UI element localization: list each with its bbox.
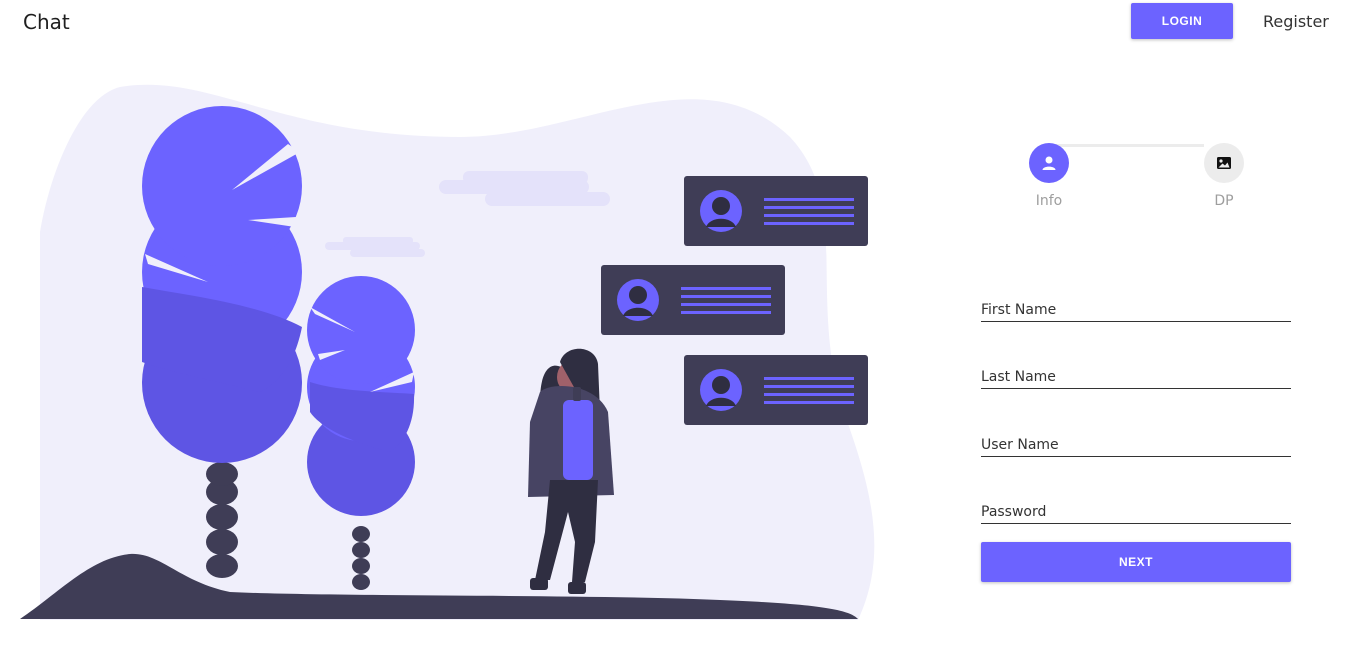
last-name-field[interactable] — [981, 359, 1291, 389]
user-name-field[interactable] — [981, 427, 1291, 457]
chat-bubble-3 — [684, 355, 868, 425]
step-info[interactable]: Info — [1029, 143, 1069, 209]
login-button[interactable]: LOGIN — [1131, 3, 1233, 39]
stepper-connector — [1048, 144, 1204, 147]
step-dp-label: DP — [1214, 193, 1234, 209]
registration-stepper: Info DP — [1000, 140, 1270, 220]
password-input[interactable] — [981, 494, 1291, 523]
first-name-input[interactable] — [981, 292, 1291, 321]
person-icon — [1029, 143, 1069, 183]
last-name-input[interactable] — [981, 359, 1291, 388]
app-title: Chat — [23, 10, 70, 34]
step-info-label: Info — [1035, 193, 1063, 209]
first-name-field[interactable] — [981, 292, 1291, 322]
chat-bubble-2 — [601, 265, 785, 335]
password-field[interactable] — [981, 494, 1291, 524]
step-dp[interactable]: DP — [1204, 143, 1244, 209]
next-button[interactable]: NEXT — [981, 542, 1291, 582]
image-icon — [1204, 143, 1244, 183]
chat-bubble-1 — [684, 176, 868, 246]
chat-illustration — [20, 84, 875, 620]
register-link[interactable]: Register — [1263, 12, 1329, 31]
user-name-input[interactable] — [981, 427, 1291, 456]
